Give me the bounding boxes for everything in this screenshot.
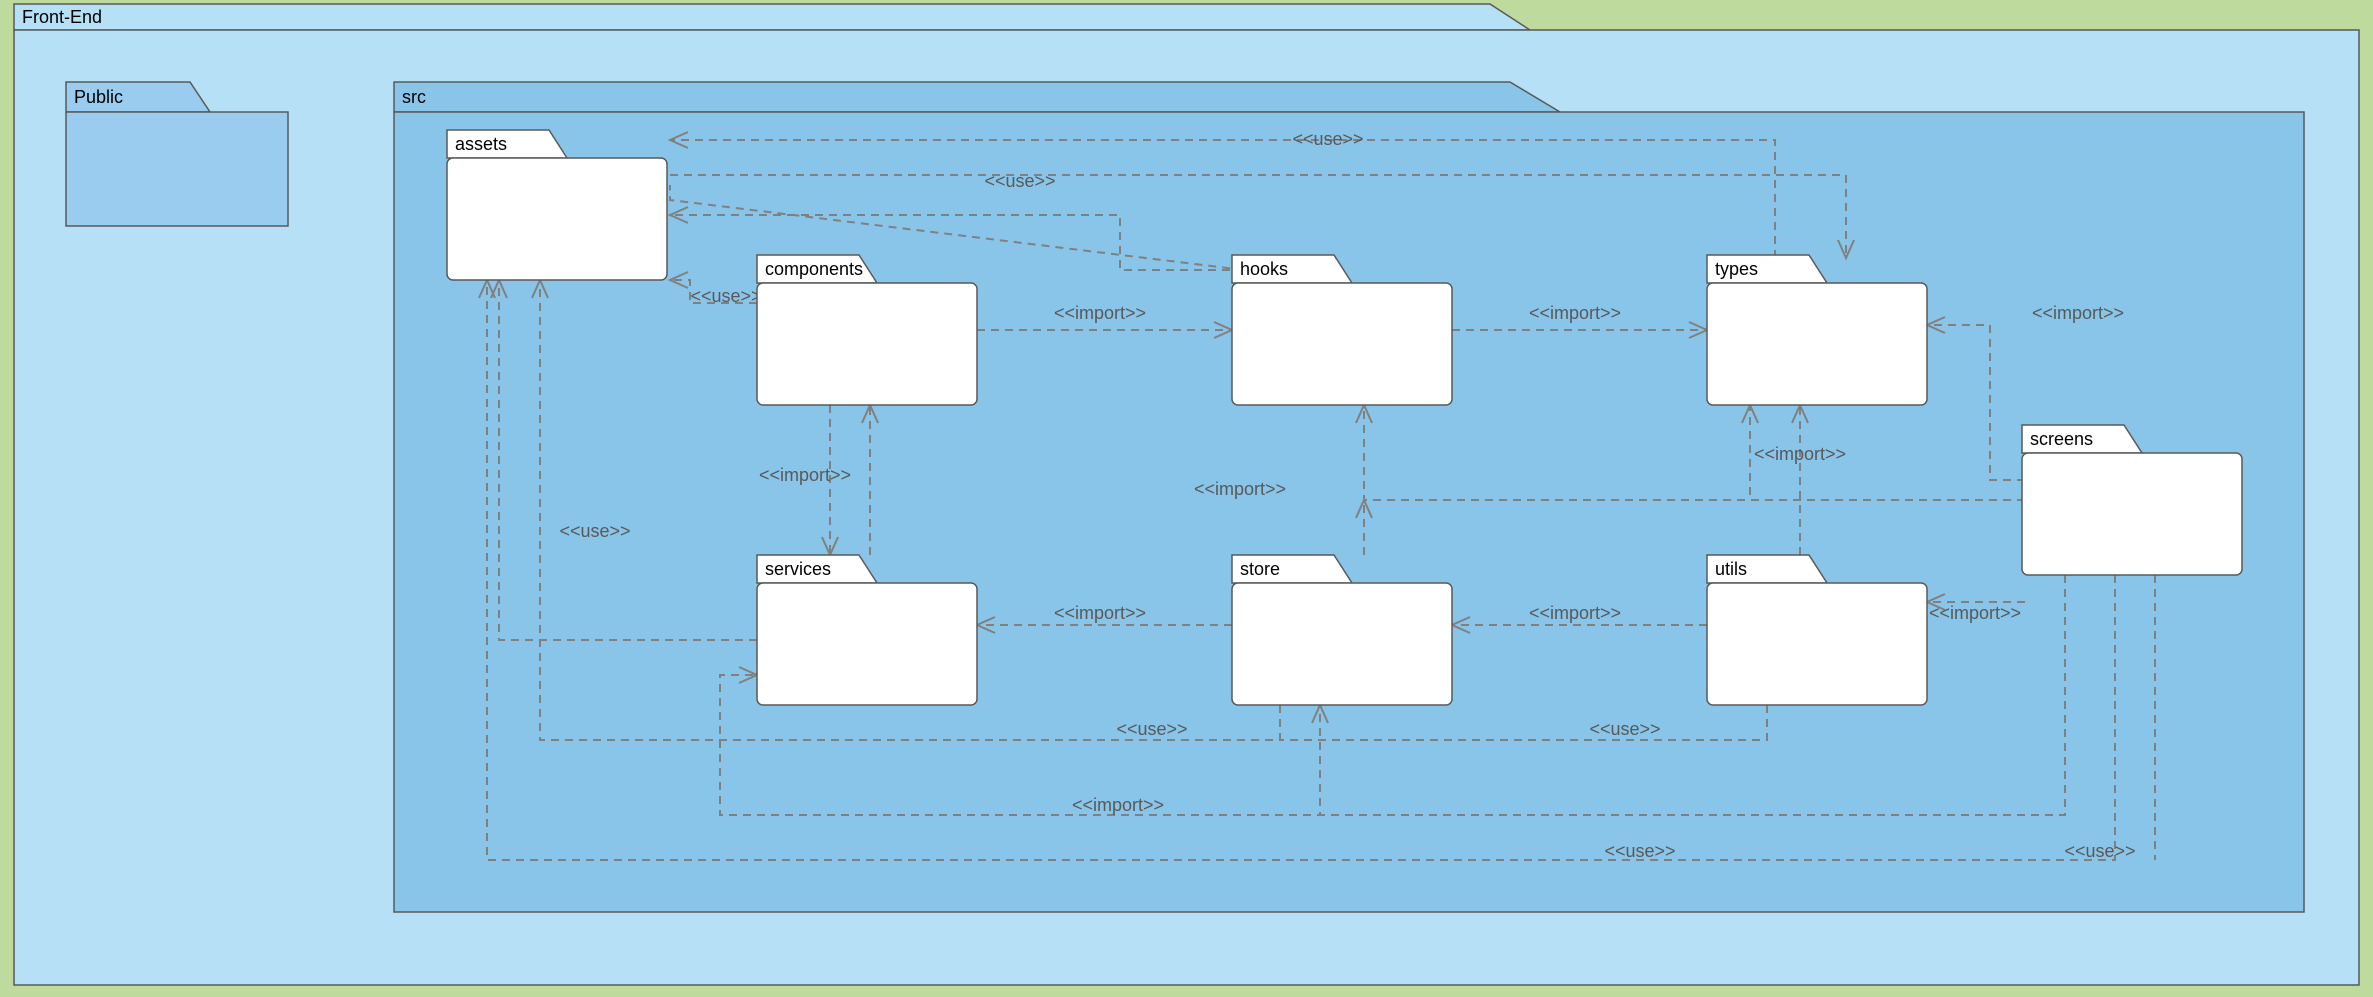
services-body <box>757 583 977 705</box>
assets-body <box>447 158 667 280</box>
edge-label-services-use-assets: <<use>> <box>559 521 630 541</box>
types-label: types <box>1715 259 1758 279</box>
store-body <box>1232 583 1452 705</box>
edge-label-store-use-assets: <<use>> <box>1116 719 1187 739</box>
edge-label-screens-import-types: <<import>> <box>2032 303 2124 323</box>
edge-label-components-import-hooks: <<import>> <box>1054 303 1146 323</box>
edge-label-screens-import-services: <<import>> <box>1072 795 1164 815</box>
diagram-canvas: Front-End Public src <<use>> <<use>> <<use… <box>0 0 2373 997</box>
edge-label-utils-import-types: <<import>> <box>1754 444 1846 464</box>
edge-label-screens-import-utils: <<import>> <box>1929 603 2021 623</box>
edge-label-types-use-assets: <<use>> <box>1292 129 1363 149</box>
edge-label-store-import-services: <<import>> <box>1054 603 1146 623</box>
edge-label-components-import-services: <<import>> <box>759 465 851 485</box>
utils-label: utils <box>1715 559 1747 579</box>
screens-label: screens <box>2030 429 2093 449</box>
edge-label-screens-use-utils: <<use>> <box>2064 841 2135 861</box>
edge-label-utils-use-assets: <<use>> <box>1589 719 1660 739</box>
hooks-label: hooks <box>1240 259 1288 279</box>
assets-label: assets <box>455 134 507 154</box>
edge-label-utils-import-store: <<import>> <box>1529 603 1621 623</box>
frontend-label: Front-End <box>22 7 102 27</box>
edge-label-hooks-use-assets: <<use>> <box>984 171 1055 191</box>
components-body <box>757 283 977 405</box>
components-label: components <box>765 259 863 279</box>
src-tab <box>394 82 1560 112</box>
types-body <box>1707 283 1927 405</box>
public-body <box>66 112 288 226</box>
package-src: src <box>394 82 2304 912</box>
public-label: Public <box>74 87 123 107</box>
hooks-body <box>1232 283 1452 405</box>
utils-body <box>1707 583 1927 705</box>
edge-label-screens-use-assets: <<use>> <box>1604 841 1675 861</box>
screens-body <box>2022 453 2242 575</box>
services-label: services <box>765 559 831 579</box>
src-label: src <box>402 87 426 107</box>
src-body <box>394 112 2304 912</box>
edge-label-components-use-assets: <<use>> <box>690 286 761 306</box>
edge-label-screens-import-hooks: <<import>> <box>1194 479 1286 499</box>
store-label: store <box>1240 559 1280 579</box>
frontend-tab <box>14 4 1530 30</box>
edge-label-hooks-import-types: <<import>> <box>1529 303 1621 323</box>
